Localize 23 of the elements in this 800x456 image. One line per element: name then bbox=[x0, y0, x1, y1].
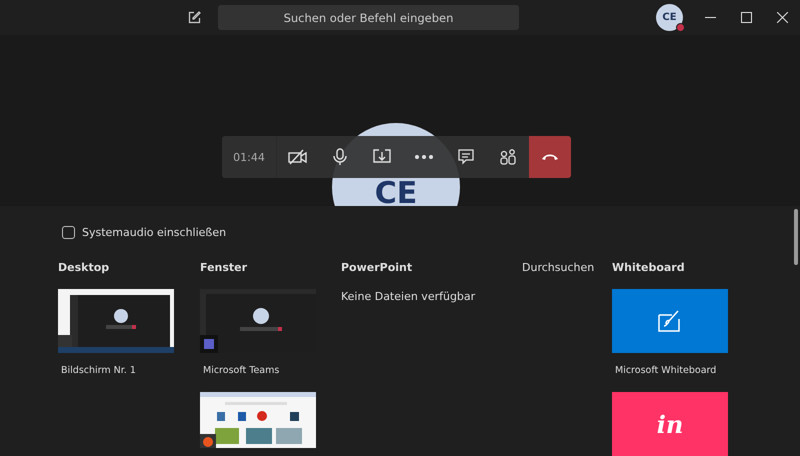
search-field[interactable]: Suchen oder Befehl eingeben bbox=[218, 5, 519, 30]
call-timer: 01:44 bbox=[222, 136, 277, 178]
invision-logo: in bbox=[656, 410, 684, 438]
section-heading: PowerPoint bbox=[341, 261, 412, 276]
thumbnail-caption: Bildschirm Nr. 1 bbox=[60, 365, 137, 378]
browse-link[interactable]: Durchsuchen bbox=[522, 261, 594, 276]
section-heading: Desktop bbox=[58, 261, 110, 276]
user-avatar[interactable]: CE bbox=[656, 4, 683, 31]
close-icon[interactable] bbox=[776, 12, 788, 23]
maximize-icon[interactable] bbox=[740, 12, 752, 23]
thumbnail-caption: Microsoft Whiteboard bbox=[614, 365, 718, 378]
empty-message: Keine Dateien verfügbar bbox=[341, 290, 476, 303]
phone-icon bbox=[541, 153, 559, 161]
system-audio-checkbox[interactable]: Systemaudio einschließen bbox=[62, 226, 800, 239]
section-heading: Whiteboard bbox=[612, 261, 685, 276]
invision-tile[interactable]: in bbox=[612, 392, 728, 456]
compose-icon[interactable] bbox=[188, 11, 201, 24]
section-heading: Fenster bbox=[200, 261, 248, 276]
minimize-icon[interactable] bbox=[704, 17, 716, 18]
status-dot bbox=[676, 23, 685, 32]
whiteboard-tile[interactable] bbox=[612, 289, 728, 353]
scrollbar-thumb[interactable] bbox=[794, 209, 798, 265]
thumbnail-caption: Microsoft Teams bbox=[202, 365, 280, 378]
